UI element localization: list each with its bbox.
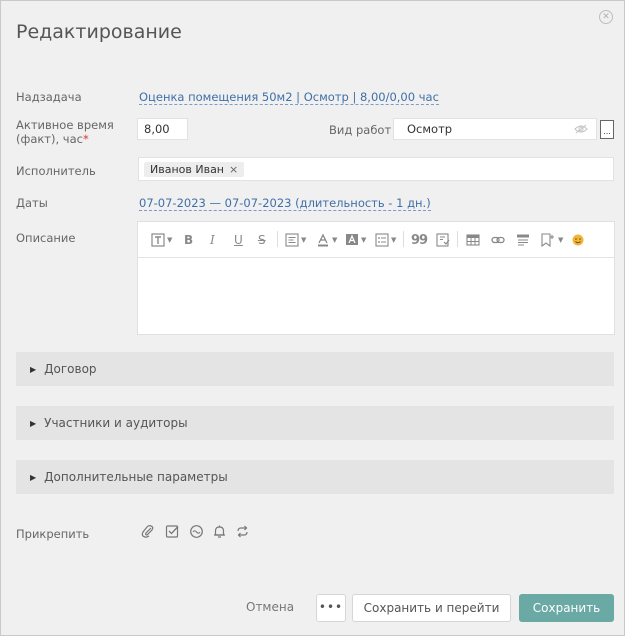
meeting-icon[interactable]	[189, 524, 204, 539]
bold-icon[interactable]: B	[184, 232, 193, 248]
expand-arrow-icon: ▶	[30, 364, 37, 374]
section-additional-label: Дополнительные параметры	[44, 470, 228, 484]
work-type-value: Осмотр	[407, 122, 453, 136]
quote-icon[interactable]: 99	[411, 232, 428, 248]
expand-arrow-icon: ▶	[30, 472, 37, 482]
editor-toolbar: ▼ B I U S ▼ ▼ ▼ ▼ 99 ▼	[138, 222, 614, 258]
active-time-label: Активное время (факт), час*	[16, 118, 114, 146]
edit-dialog: ✕ Редактирование Надзадача Оценка помеще…	[0, 0, 625, 636]
italic-icon[interactable]: I	[210, 232, 215, 248]
active-time-label-line1: Активное время	[16, 118, 114, 132]
active-time-input[interactable]: 8,00	[137, 118, 188, 140]
dates-label: Даты	[16, 196, 48, 210]
close-icon[interactable]: ✕	[599, 10, 613, 24]
link-icon[interactable]	[491, 232, 505, 248]
parent-task-label: Надзадача	[16, 90, 82, 104]
dates-link[interactable]: 07-07-2023 — 07-07-2023 (длительность - …	[139, 196, 431, 211]
work-type-label: Вид работ	[329, 123, 392, 137]
checklist-icon[interactable]	[165, 524, 180, 539]
more-button[interactable]: •••	[316, 594, 346, 622]
paperclip-icon[interactable]	[141, 524, 156, 539]
assignee-chip: Иванов Иван ×	[144, 162, 245, 177]
description-editor: ▼ B I U S ▼ ▼ ▼ ▼ 99 ▼	[137, 221, 615, 335]
assignee-chip-label: Иванов Иван	[150, 163, 224, 176]
expand-arrow-icon: ▶	[30, 418, 37, 428]
repeat-icon[interactable]	[235, 524, 250, 539]
section-participants-label: Участники и аудиторы	[44, 416, 188, 430]
code-icon[interactable]	[516, 232, 530, 248]
active-time-label-line2: (факт), час	[16, 132, 83, 146]
toolbar-separator	[277, 231, 278, 247]
align-icon[interactable]: ▼	[285, 232, 306, 248]
toolbar-separator	[403, 231, 404, 247]
section-additional[interactable]: ▶ Дополнительные параметры	[16, 460, 614, 494]
save-button[interactable]: Сохранить	[519, 594, 614, 622]
bookmark-icon[interactable]: ▼	[540, 232, 563, 248]
parent-task-link[interactable]: Оценка помещения 50м2 | Осмотр | 8,00/0,…	[139, 90, 439, 105]
description-label: Описание	[16, 231, 76, 245]
attach-label: Прикрепить	[16, 527, 90, 541]
work-type-select[interactable]: Осмотр	[393, 118, 597, 140]
work-type-more-button[interactable]: ...	[600, 120, 614, 139]
section-contract[interactable]: ▶ Договор	[16, 352, 614, 386]
required-mark: *	[82, 132, 89, 146]
table-icon[interactable]	[466, 232, 480, 248]
underline-icon[interactable]: U	[234, 232, 243, 248]
assignee-input[interactable]: Иванов Иван ×	[138, 157, 614, 181]
toolbar-separator	[457, 231, 458, 247]
section-participants[interactable]: ▶ Участники и аудиторы	[16, 406, 614, 440]
save-and-go-button[interactable]: Сохранить и перейти	[352, 594, 511, 622]
paste-icon[interactable]	[436, 232, 450, 248]
font-color-icon[interactable]: ▼	[316, 232, 337, 248]
emoji-icon[interactable]	[571, 232, 585, 248]
dialog-title: Редактирование	[16, 21, 182, 43]
eye-icon[interactable]	[574, 124, 588, 134]
section-contract-label: Договор	[44, 362, 97, 376]
text-format-icon[interactable]: ▼	[151, 232, 172, 248]
background-color-icon[interactable]: ▼	[345, 232, 366, 248]
list-icon[interactable]: ▼	[375, 232, 396, 248]
strikethrough-icon[interactable]: S	[258, 232, 266, 248]
bell-icon[interactable]	[212, 524, 227, 539]
assignee-label: Исполнитель	[16, 164, 96, 178]
chip-remove-icon[interactable]: ×	[229, 163, 238, 176]
cancel-button[interactable]: Отмена	[246, 600, 294, 614]
